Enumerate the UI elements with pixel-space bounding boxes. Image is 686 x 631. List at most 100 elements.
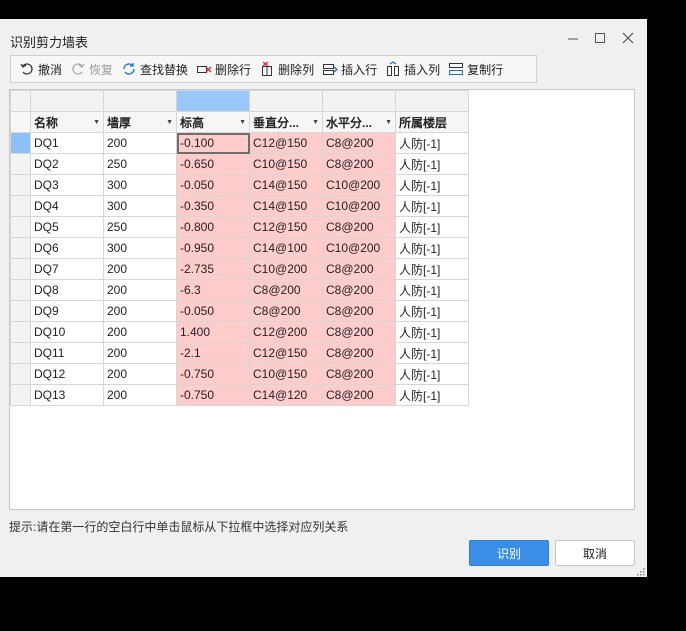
table-cell[interactable]: 200 [103,321,177,343]
row-header-cell[interactable] [10,195,31,217]
maximize-icon[interactable] [592,30,608,46]
copy-row-button[interactable]: 复制行 [444,57,507,81]
table-cell[interactable]: C8@200 [322,132,396,154]
table-cell[interactable]: DQ6 [30,237,104,259]
table-cell[interactable]: -0.050 [176,300,250,322]
table-cell[interactable]: 200 [103,384,177,406]
table-cell[interactable]: 人防[-1] [395,132,469,154]
table-cell[interactable]: DQ10 [30,321,104,343]
table-cell[interactable]: C12@150 [249,132,323,154]
table-cell[interactable]: DQ5 [30,216,104,238]
delete-row-button[interactable]: 删除行 [192,57,255,81]
table-cell[interactable]: C10@200 [322,195,396,217]
table-cell[interactable]: C14@100 [249,237,323,259]
table-cell[interactable]: C14@150 [249,174,323,196]
table-cell[interactable]: 人防[-1] [395,237,469,259]
column-header[interactable]: 墙厚 ▼ [103,111,177,133]
table-cell[interactable]: C10@200 [249,258,323,280]
table-cell[interactable]: DQ3 [30,174,104,196]
row-header-cell[interactable] [10,132,31,154]
table-cell[interactable]: 200 [103,258,177,280]
row-header-cell[interactable] [10,216,31,238]
row-header-cell[interactable] [10,300,31,322]
mapping-cell[interactable] [103,90,177,112]
column-header[interactable]: 垂直分... ▼ [249,111,323,133]
table-cell[interactable]: 300 [103,237,177,259]
insert-column-button[interactable]: 插入列 [381,57,444,81]
row-header-cell[interactable] [10,321,31,343]
redo-button[interactable]: 恢复 [66,57,117,81]
table-cell[interactable]: 250 [103,216,177,238]
mapping-cell[interactable] [395,90,469,112]
table-cell[interactable]: -0.100 [176,132,250,154]
dropdown-arrow-icon[interactable]: ▼ [239,119,246,126]
table-cell[interactable]: 人防[-1] [395,258,469,280]
table-cell[interactable]: 人防[-1] [395,279,469,301]
row-header-cell[interactable] [10,258,31,280]
table-cell[interactable]: 200 [103,132,177,154]
table-cell[interactable]: DQ11 [30,342,104,364]
insert-row-button[interactable]: 插入行 [318,57,381,81]
row-header-cell[interactable] [10,279,31,301]
cancel-button[interactable]: 取消 [555,540,635,566]
table-cell[interactable]: -6.3 [176,279,250,301]
find-replace-button[interactable]: 查找替换 [117,57,192,81]
table-cell[interactable]: C8@200 [322,342,396,364]
table-cell[interactable]: C14@120 [249,384,323,406]
row-header-cell[interactable] [10,363,31,385]
table-cell[interactable]: C8@200 [322,321,396,343]
table-cell[interactable]: 250 [103,153,177,175]
row-header-cell[interactable] [10,153,31,175]
table-cell[interactable]: C10@150 [249,153,323,175]
table-cell[interactable]: 1.400 [176,321,250,343]
resize-grip-icon[interactable] [635,565,645,576]
table-cell[interactable]: -0.950 [176,237,250,259]
table-cell[interactable]: 300 [103,195,177,217]
table-cell[interactable]: C10@200 [322,174,396,196]
table-cell[interactable]: DQ13 [30,384,104,406]
data-grid[interactable]: 名称 ▼ 墙厚 ▼ 标高 ▼ 垂直分... ▼ 水平分... ▼ 所属楼层 DQ1 200 -0.100 C… [9,89,635,510]
column-header[interactable]: 名称 ▼ [30,111,104,133]
dropdown-arrow-icon[interactable]: ▼ [93,119,100,126]
table-cell[interactable]: DQ12 [30,363,104,385]
table-cell[interactable]: DQ4 [30,195,104,217]
table-cell[interactable]: 300 [103,174,177,196]
table-cell[interactable]: -2.735 [176,258,250,280]
table-cell[interactable]: C8@200 [322,384,396,406]
table-cell[interactable]: C8@200 [322,153,396,175]
table-cell[interactable]: 200 [103,363,177,385]
mapping-cell[interactable] [322,90,396,112]
table-cell[interactable]: -0.800 [176,216,250,238]
table-cell[interactable]: DQ8 [30,279,104,301]
table-cell[interactable]: C12@150 [249,216,323,238]
column-header[interactable]: 标高 ▼ [176,111,250,133]
table-cell[interactable]: -0.750 [176,363,250,385]
table-cell[interactable]: 人防[-1] [395,342,469,364]
recognize-button[interactable]: 识别 [469,540,549,566]
table-cell[interactable]: DQ2 [30,153,104,175]
table-cell[interactable]: 人防[-1] [395,174,469,196]
table-cell[interactable]: C10@150 [249,363,323,385]
dropdown-arrow-icon[interactable]: ▼ [385,119,392,126]
column-header[interactable]: 水平分... ▼ [322,111,396,133]
undo-button[interactable]: 撤消 [15,57,66,81]
row-header-cell[interactable] [10,342,31,364]
table-cell[interactable]: 人防[-1] [395,321,469,343]
table-cell[interactable]: C12@200 [249,321,323,343]
table-cell[interactable]: DQ1 [30,132,104,154]
column-header[interactable]: 所属楼层 [395,111,469,133]
row-header-cell[interactable] [10,384,31,406]
table-cell[interactable]: C8@200 [322,216,396,238]
table-cell[interactable]: 人防[-1] [395,363,469,385]
table-cell[interactable]: C8@200 [249,279,323,301]
table-cell[interactable]: -0.650 [176,153,250,175]
table-cell[interactable]: C8@200 [249,300,323,322]
mapping-cell[interactable] [30,90,104,112]
table-cell[interactable]: DQ9 [30,300,104,322]
close-icon[interactable] [620,30,636,46]
mapping-cell[interactable] [176,90,250,112]
table-cell[interactable]: C8@200 [322,363,396,385]
row-header-cell[interactable] [10,237,31,259]
table-cell[interactable]: C14@150 [249,195,323,217]
table-cell[interactable]: C8@200 [322,279,396,301]
